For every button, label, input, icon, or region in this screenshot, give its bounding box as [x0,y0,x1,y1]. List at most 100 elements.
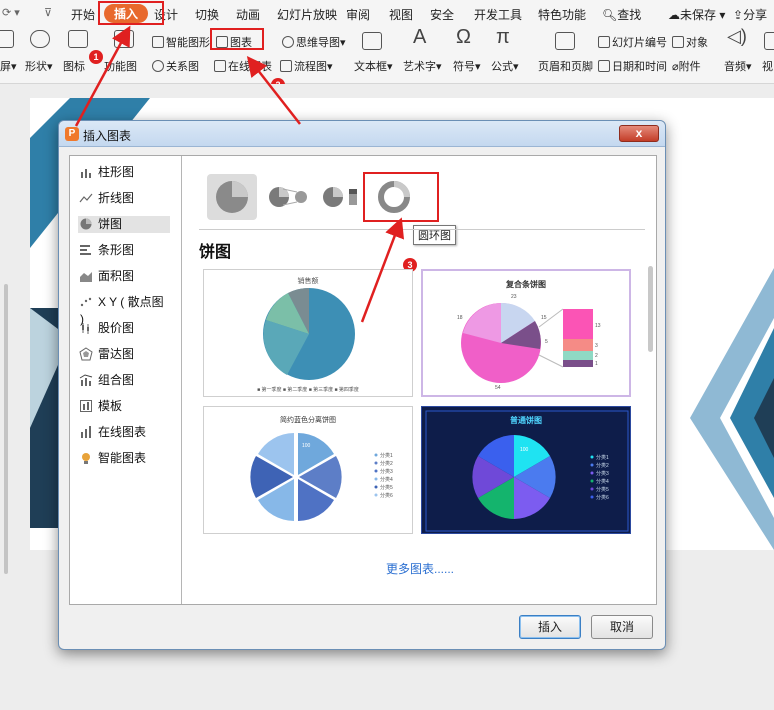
tab-transitions[interactable]: 切换 [195,6,219,23]
template-blue-exploded-pie[interactable]: 简约蓝色分离饼图 分类1 分类2 分类3 分类4 分类5 分类6 100 [203,406,413,534]
category-pie[interactable]: 饼图 [78,216,170,233]
legend-dot [374,469,378,473]
category-radar[interactable]: 雷达图 [78,346,170,363]
redo-button[interactable]: ⟳ ▾ [2,6,20,19]
category-label: 在线图表 [98,425,147,439]
category-smart-chart[interactable]: 智能图表 [78,450,170,467]
slide-number-button[interactable]: 幻灯片编号 [598,34,667,50]
object-button[interactable]: 对象 [672,34,708,50]
category-area[interactable]: 面积图 [78,268,170,285]
tab-developer[interactable]: 开发工具 [474,6,522,23]
customize-quick-access-button[interactable]: ⊽ [44,6,52,19]
legend-entry: 分类4 [596,479,609,485]
tab-slideshow[interactable]: 幻灯片放映 [277,6,337,23]
textbox-button[interactable]: 文本框▾ [354,58,393,74]
relation-graph-button[interactable]: 关系图 [152,58,199,74]
legend-entry: 分类3 [380,469,393,475]
subtype-bar-of-pie[interactable] [315,174,365,220]
screen-icon [0,30,14,48]
data-label: 100 [520,447,529,453]
tab-special-features[interactable]: 特色功能 [538,6,586,23]
more-charts-link[interactable]: 更多图表...... [183,560,657,577]
insert-chart-dialog: P 插入图表 x 柱形图 折线图 饼图 条形图 面积图 X Y ( 散点图 ) … [58,120,666,650]
online-chart-icon [214,60,226,72]
screen-button[interactable]: 屏▾ [0,58,17,74]
legend-dot [590,487,594,491]
smart-graphic-button[interactable]: 智能图形 [152,34,210,50]
dialog-body: 柱形图 折线图 饼图 条形图 面积图 X Y ( 散点图 ) 股价图 雷达图 组… [69,155,657,605]
category-scatter[interactable]: X Y ( 散点图 ) [78,294,170,326]
left-scrollbar[interactable] [4,284,8,574]
tab-review[interactable]: 审阅 [346,6,370,23]
tab-home[interactable]: 开始 [71,6,95,23]
category-online-chart[interactable]: 在线图表 [78,424,170,441]
header-footer-button[interactable]: 页眉和页脚 [538,58,593,74]
section-divider [199,229,645,230]
audio-button[interactable]: 音频▾ [724,58,752,74]
ribbon-tools: 屏▾ 形状▾ 图标 功能图 智能图形 关系图 图表 在线图表 思维导图▾ 流程图… [0,26,774,82]
data-label: 1 [595,361,598,367]
tab-view[interactable]: 视图 [389,6,413,23]
wordart-button[interactable]: 艺术字▾ [403,58,442,74]
symbol-button[interactable]: 符号▾ [453,58,481,74]
shapes-button[interactable]: 形状▾ [25,58,53,74]
dialog-titlebar[interactable]: P 插入图表 x [59,121,665,147]
video-button[interactable]: 视 [762,58,773,74]
search-button[interactable]: 🔍︎查找 [602,6,641,23]
connector-line [538,354,564,368]
data-label: 2 [595,353,598,359]
function-chart-button[interactable]: 功能图 [104,58,137,74]
unsaved-label: 未保存 [680,8,717,22]
object-label: 对象 [686,37,708,49]
area-chart-icon [80,272,92,282]
subtype-pie-of-pie[interactable] [263,174,313,220]
close-button[interactable]: x [619,125,659,142]
category-label: 智能图表 [98,451,147,465]
online-chart-label: 在线图表 [228,61,272,73]
data-label: 3 [595,343,598,349]
tab-security[interactable]: 安全 [430,6,454,23]
highlight-chart-button [210,28,264,50]
pie-subtype-icon [216,181,248,213]
unsaved-status[interactable]: ☁︎未保存 ▾ [668,6,725,23]
flowchart-button[interactable]: 流程图▾ [280,58,333,74]
icons-button[interactable]: 图标 [63,58,85,74]
thumbnail-scrollbar[interactable] [648,266,653,352]
subtype-pie[interactable] [207,174,257,220]
legend-entry: 分类5 [596,487,609,493]
category-bar[interactable]: 条形图 [78,242,170,259]
category-combo[interactable]: 组合图 [78,372,170,389]
category-line[interactable]: 折线图 [78,190,170,207]
legend-entry: 分类6 [380,493,393,499]
insert-button[interactable]: 插入 [519,615,581,639]
stock-chart-icon [82,323,89,334]
template-dark-pie[interactable]: 普通饼图 分类1 分类2 分类3 分类4 分类5 分类6 100 [421,406,631,534]
pie-chart-icon [80,218,92,230]
template-sales-pie[interactable]: 销售额 ■ 第一季度 ■ 第二季度 ■ 第三季度 ■ 第四季度 [203,269,413,397]
share-button[interactable]: ⇪分享 [733,6,767,23]
tab-animations[interactable]: 动画 [236,6,260,23]
legend-entry: 分类4 [380,477,393,483]
attachment-button[interactable]: ⌀附件 [672,58,701,74]
cancel-button[interactable]: 取消 [591,615,653,639]
online-chart-button[interactable]: 在线图表 [214,58,272,74]
template-bar-of-pie[interactable]: 复合条饼图 23 18 15 13 5 3 2 1 54 [421,269,631,397]
category-template[interactable]: 模板 [78,398,170,415]
legend-entry: 分类1 [380,453,393,459]
legend-dot [374,453,378,457]
cloud-icon: ☁︎ [668,8,680,22]
category-stock[interactable]: 股价图 [78,320,170,337]
column-chart-icon [81,169,91,178]
doughnut-tooltip: 圆环图 [413,225,456,245]
combo-chart-icon [79,374,93,386]
online-chart-icon [81,426,91,438]
legend-entry: 分类3 [596,471,609,477]
bar-of-pie-icon [323,187,357,207]
flowchart-icon [280,60,292,72]
screen-label: 屏 [0,61,11,73]
formula-button[interactable]: 公式▾ [491,58,519,74]
datetime-button[interactable]: 日期和时间 [598,58,667,74]
wordart-label: 艺术字 [403,61,436,73]
category-column[interactable]: 柱形图 [78,164,170,181]
mind-map-button[interactable]: 思维导图▾ [282,34,346,50]
